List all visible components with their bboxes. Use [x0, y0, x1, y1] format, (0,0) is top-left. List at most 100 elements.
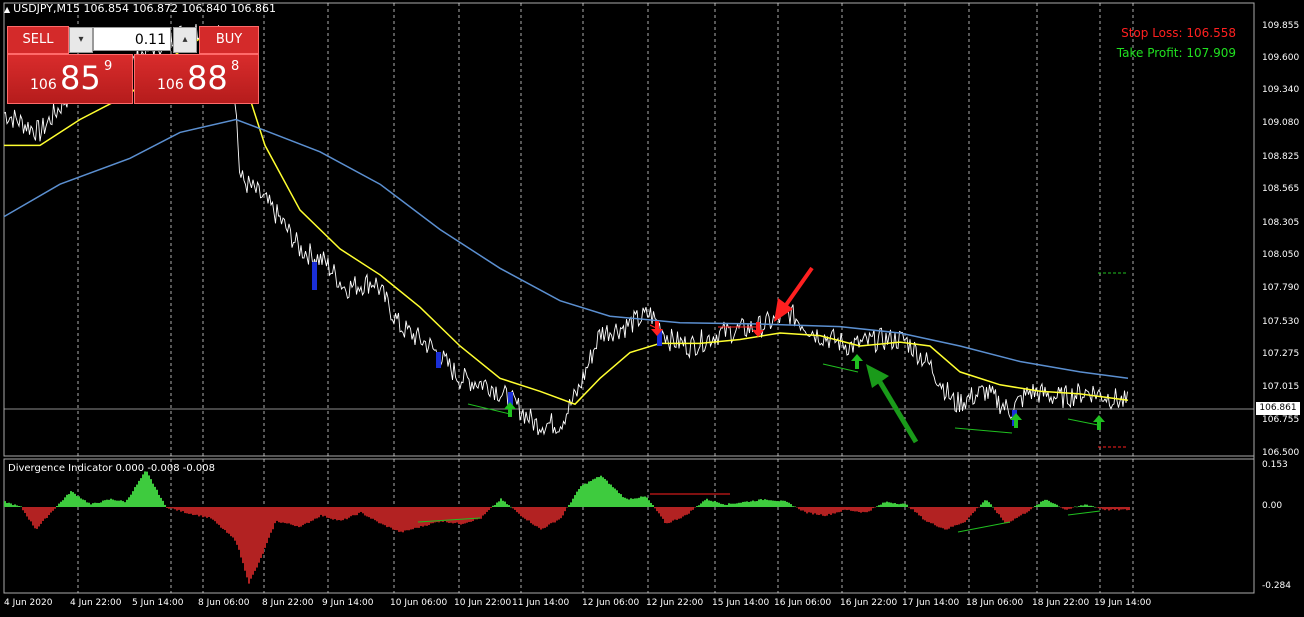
histogram-bar: [696, 506, 698, 507]
histogram-bar: [390, 507, 392, 528]
histogram-bar: [174, 507, 176, 510]
histogram-bar: [284, 507, 286, 524]
histogram-bar: [762, 500, 764, 507]
histogram-bar: [716, 502, 718, 507]
histogram-bar: [572, 498, 574, 507]
histogram-bar: [914, 507, 916, 513]
histogram-bar: [766, 499, 768, 507]
histogram-bar: [896, 503, 898, 507]
histogram-bar: [744, 501, 746, 507]
histogram-bar: [842, 507, 844, 510]
histogram-bar: [120, 500, 122, 507]
histogram-bar: [318, 507, 320, 518]
histogram-bar: [608, 483, 610, 507]
histogram-bar: [682, 507, 684, 517]
histogram-bar: [1050, 502, 1052, 507]
histogram-bar: [130, 494, 132, 507]
histogram-bar: [272, 507, 274, 530]
histogram-bar: [540, 507, 542, 530]
histogram-bar: [280, 507, 282, 523]
time-tick-label: 18 Jun 06:00: [966, 598, 1024, 608]
histogram-bar: [1026, 507, 1028, 513]
histogram-bar: [234, 507, 236, 541]
histogram-bar: [228, 507, 230, 534]
histogram-bar: [248, 507, 250, 584]
ask-price-tile[interactable]: 106 88 8: [134, 54, 259, 104]
histogram-bar: [960, 507, 962, 524]
histogram-bar: [226, 507, 228, 533]
histogram-bar: [782, 500, 784, 507]
histogram-bar: [978, 507, 980, 508]
histogram-bar: [598, 477, 600, 507]
moving-average-slow: [3, 118, 1129, 380]
histogram-bar: [388, 507, 390, 527]
histogram-bar: [220, 507, 222, 528]
histogram-bar: [796, 507, 798, 508]
histogram-bar: [58, 503, 60, 507]
histogram-bar: [618, 493, 620, 507]
bid-price-tile[interactable]: 106 85 9: [7, 54, 133, 104]
histogram-bar: [222, 507, 224, 529]
histogram-bar: [258, 507, 260, 563]
histogram-bar: [1124, 507, 1126, 510]
histogram-bar: [378, 507, 380, 524]
histogram-bar: [422, 507, 424, 527]
lot-size-input[interactable]: 0.11: [93, 27, 171, 51]
histogram-bar: [64, 497, 66, 507]
histogram-bar: [788, 502, 790, 507]
histogram-bar: [42, 507, 44, 521]
histogram-bar: [72, 492, 74, 507]
histogram-bar: [720, 503, 722, 507]
sell-button[interactable]: SELL: [7, 26, 69, 54]
histogram-bar: [52, 507, 54, 511]
histogram-bar: [198, 507, 200, 517]
histogram-bar: [406, 507, 408, 531]
buy-arrow-icon: [1093, 415, 1105, 430]
histogram-bar: [100, 502, 102, 507]
time-tick-label: 10 Jun 06:00: [390, 598, 448, 608]
histogram-bar: [656, 507, 658, 512]
histogram-bar: [304, 507, 306, 524]
histogram-bar: [246, 507, 248, 578]
histogram-bar: [476, 507, 478, 520]
histogram-bar: [528, 507, 530, 521]
indicator-title: Divergence Indicator 0.000 -0.008 -0.008: [8, 463, 215, 474]
time-tick-label: 16 Jun 22:00: [840, 598, 898, 608]
histogram-bar: [596, 477, 598, 507]
histogram-bar: [1094, 506, 1096, 508]
histogram-bar: [468, 507, 470, 522]
histogram-bar: [1012, 507, 1014, 521]
histogram-bar: [1036, 504, 1038, 507]
histogram-bar: [1096, 507, 1098, 508]
histogram-bar: [1100, 507, 1102, 509]
histogram-bar: [660, 507, 662, 517]
histogram-bar: [972, 507, 974, 513]
histogram-bar: [1022, 507, 1024, 514]
histogram-bar: [1112, 507, 1114, 510]
histogram-bar: [876, 506, 878, 507]
histogram-bar: [274, 507, 276, 524]
histogram-bar: [684, 507, 686, 516]
histogram-bar: [84, 500, 86, 507]
chart-title: ▲ USDJPY,M15 106.854 106.872 106.840 106.…: [4, 2, 276, 15]
histogram-bar: [670, 507, 672, 523]
histogram-bar: [260, 507, 262, 558]
lot-decrease-button[interactable]: ▾: [69, 27, 93, 53]
histogram-bar: [50, 507, 52, 513]
histogram-bar: [826, 507, 828, 516]
buy-button[interactable]: BUY: [199, 26, 259, 54]
histogram-bar: [742, 501, 744, 507]
histogram-bar: [70, 491, 72, 507]
histogram-bar: [994, 507, 996, 511]
histogram-bar: [190, 507, 192, 514]
histogram-bar: [1128, 507, 1130, 511]
histogram-bar: [114, 500, 116, 507]
histogram-bar: [288, 507, 290, 524]
histogram-bar: [996, 507, 998, 514]
histogram-bar: [604, 478, 606, 507]
histogram-bar: [884, 502, 886, 507]
histogram-bar: [506, 504, 508, 507]
histogram-bar: [192, 507, 194, 516]
histogram-bar: [1034, 506, 1036, 507]
lot-increase-button[interactable]: ▴: [173, 27, 197, 53]
